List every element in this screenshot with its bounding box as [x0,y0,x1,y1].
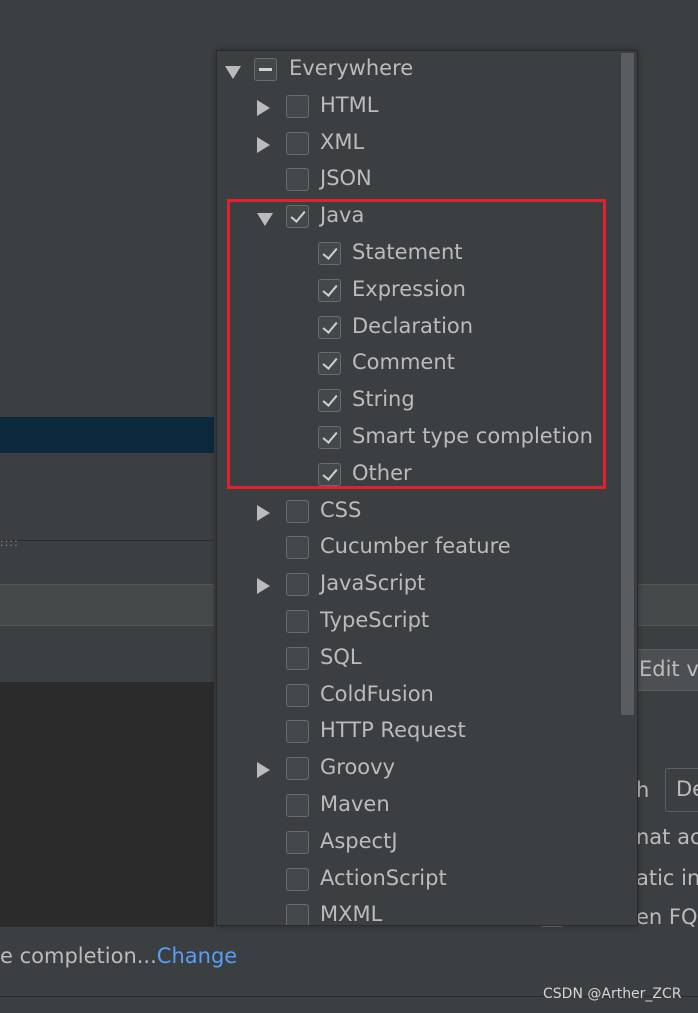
tree-row-aspectj[interactable]: AspectJ [217,826,617,862]
tree-label-cucumber-feature: Cucumber feature [320,534,511,559]
tree-row-actionscript[interactable]: ActionScript [217,863,617,899]
tree-label-mxml: MXML [320,902,383,926]
option-text-3: en FQ n [636,905,698,929]
tree-label-typescript: TypeScript [320,608,430,632]
tree-label-maven: Maven [320,792,390,816]
tree-row-everywhere[interactable]: Everywhere [217,53,617,89]
tree-row-javascript[interactable]: JavaScript [217,568,617,604]
tree-row-typescript[interactable]: TypeScript [217,605,617,641]
tree-checkbox-html[interactable] [286,94,309,118]
text-field[interactable] [0,584,214,626]
tree-label-html: HTML [320,92,379,117]
tree-label-everywhere: Everywhere [289,56,414,80]
tree-checkbox-typescript[interactable] [286,610,309,633]
tree-checkbox-everywhere[interactable] [254,58,277,81]
tree-checkbox-css[interactable] [286,499,309,523]
tree-checkbox-json[interactable] [286,168,309,192]
tree-label-aspectj: AspectJ [320,828,398,853]
tree-row-json[interactable]: JSON [217,163,617,199]
context-description: e completion... [0,944,157,968]
tree-checkbox-mxml[interactable] [286,904,309,925]
tree-row-css[interactable]: CSS [217,495,617,531]
tree-row-coldfusion[interactable]: ColdFusion [217,679,617,715]
tree-checkbox-maven[interactable] [286,794,309,817]
tree-row-sql[interactable]: SQL [217,642,617,678]
resize-handle-dots: :::: [0,536,19,549]
tree-row-cucumber-feature[interactable]: Cucumber feature [217,531,617,567]
watermark: CSDN @Arther_ZCR [543,986,682,1002]
edit-variables-button[interactable]: Edit va [630,649,698,691]
expand-with-combo[interactable]: De [665,768,698,812]
divider [0,540,214,541]
tree-checkbox-xml[interactable] [286,131,309,155]
tree-checkbox-aspectj[interactable] [286,830,309,854]
tree-row-mxml[interactable]: MXML [217,899,617,926]
tree-row-html[interactable]: HTML [217,90,617,126]
selected-row-band [0,417,214,453]
applicable-context-text: e completion...Change [0,944,237,968]
edit-variables-label: Edit va [639,657,698,681]
tree-label-coldfusion: ColdFusion [320,681,434,706]
tree-label-javascript: JavaScript [320,571,426,596]
expand-arrow-right-icon[interactable] [257,136,270,153]
option-text-1: nat ac [636,825,698,849]
tree-checkbox-coldfusion[interactable] [286,683,309,707]
tree-label-sql: SQL [320,644,362,669]
tree-label-groovy: Groovy [320,755,395,780]
tree-checkbox-sql[interactable] [286,646,309,670]
tree-checkbox-actionscript[interactable] [286,867,309,891]
expand-arrow-right-icon[interactable] [257,762,270,779]
tree-label-xml: XML [320,129,365,154]
expand-arrow-right-icon[interactable] [257,99,270,116]
expand-arrow-right-icon[interactable] [257,578,270,595]
editor-area[interactable] [0,682,214,927]
combo-value: De [676,777,698,801]
option-text-2: atic in [636,866,698,890]
text-field-right[interactable] [638,584,698,626]
highlight-annotation [227,199,606,489]
tree-label-css: CSS [320,497,362,522]
tree-row-xml[interactable]: XML [217,127,617,163]
tree-row-maven[interactable]: Maven [217,789,617,825]
change-context-link[interactable]: Change [157,944,237,968]
tree-label-actionscript: ActionScript [320,865,447,890]
tree-checkbox-groovy[interactable] [286,757,309,781]
tree-row-http-request[interactable]: HTTP Request [217,715,617,751]
expand-arrow-right-icon[interactable] [257,504,270,521]
tree-row-groovy[interactable]: Groovy [217,752,617,788]
tree-label-http-request: HTTP Request [320,718,466,743]
tree-checkbox-javascript[interactable] [286,573,309,597]
expand-arrow-down-icon[interactable] [225,66,241,79]
tree-checkbox-http-request[interactable] [286,720,309,744]
popup-scrollbar[interactable] [621,53,634,715]
tree-checkbox-cucumber-feature[interactable] [286,536,309,560]
tree-label-json: JSON [320,166,372,191]
